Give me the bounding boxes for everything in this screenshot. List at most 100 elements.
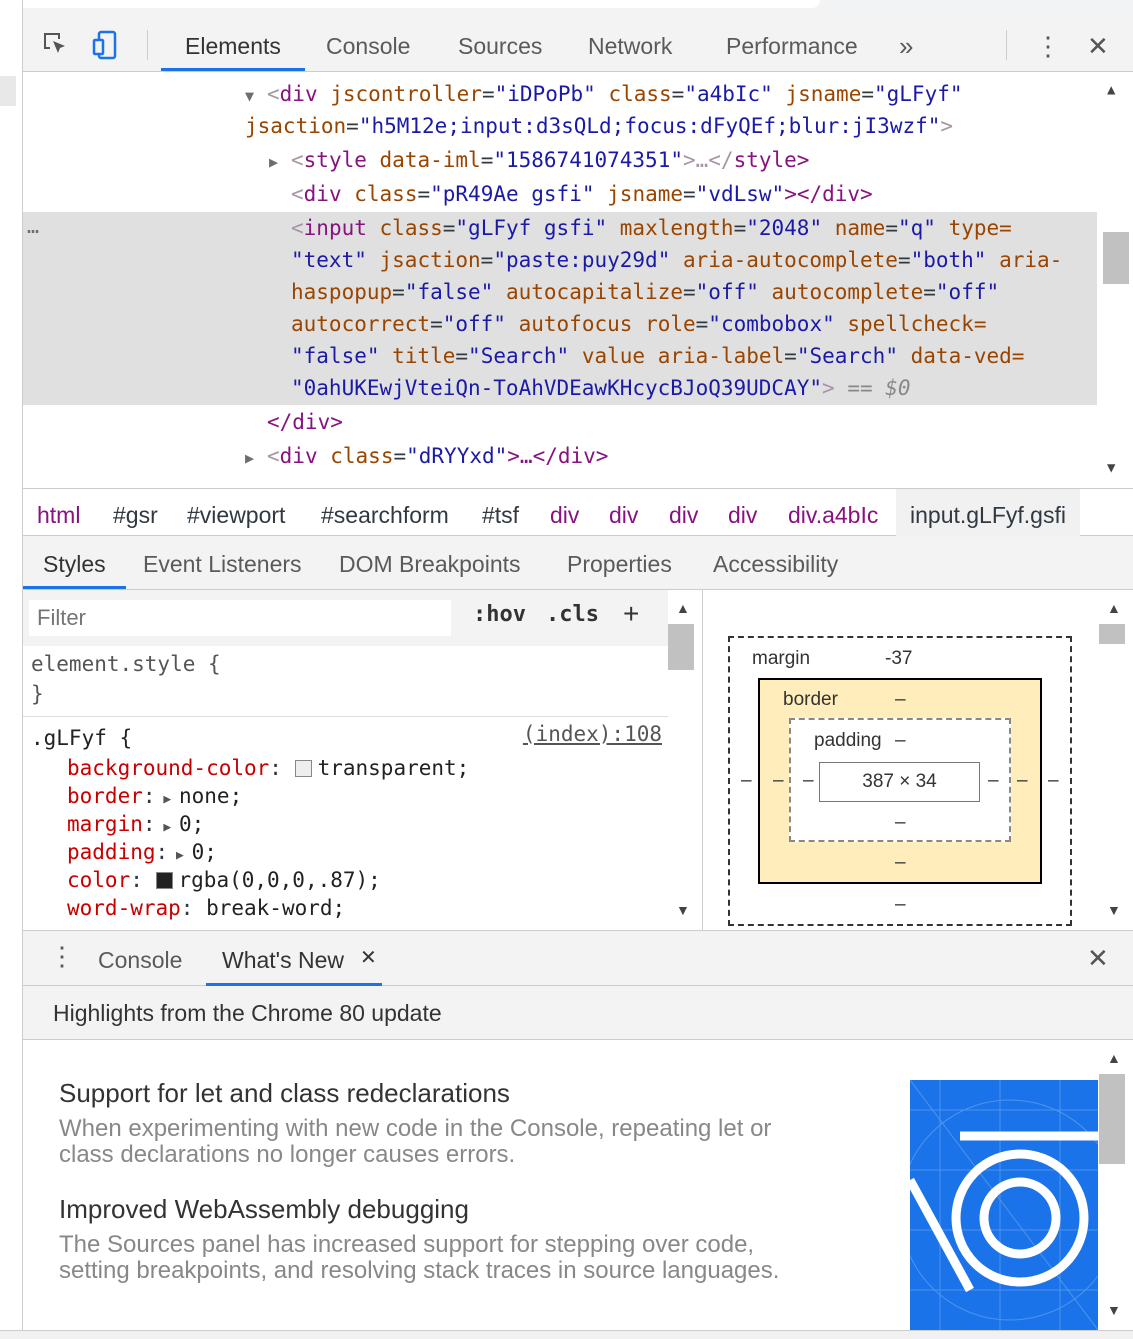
breadcrumb-div[interactable]: div — [609, 489, 638, 537]
breadcrumb-viewport[interactable]: #viewport — [187, 489, 285, 537]
breadcrumb-input-selected[interactable]: input.gLFyf.gsfi — [896, 489, 1080, 537]
menu-icon[interactable]: ⋮ — [1035, 8, 1061, 71]
scroll-thumb[interactable] — [1099, 624, 1125, 644]
scroll-up-icon[interactable]: ▲ — [1107, 82, 1115, 98]
tab-properties[interactable]: Properties — [567, 536, 672, 589]
margin-top-value[interactable]: -37 — [885, 648, 912, 670]
filter-input[interactable] — [29, 600, 451, 636]
drawer-tab-console[interactable]: Console — [98, 931, 182, 986]
css-property[interactable]: background-color: transparent; — [67, 754, 469, 782]
tab-dom-breakpoints[interactable]: DOM Breakpoints — [339, 536, 521, 589]
color-swatch-icon[interactable] — [294, 760, 312, 777]
whats-new-header: Highlights from the Chrome 80 update — [23, 986, 1133, 1040]
breadcrumb-div[interactable]: div — [550, 489, 579, 537]
feature-description: When experimenting with new code in the … — [59, 1115, 772, 1168]
margin-right-value[interactable]: – — [1048, 770, 1059, 792]
address-bar-edge — [0, 0, 820, 8]
breadcrumb-html[interactable]: html — [37, 489, 80, 537]
tree-line-selected[interactable]: "false" title="Search" value aria-label=… — [291, 340, 1024, 372]
css-property[interactable]: word-wrap: break-word; — [67, 894, 345, 922]
collapse-arrow-icon[interactable]: ▶ — [269, 146, 291, 178]
box-model-content[interactable]: 387 × 34 — [819, 762, 980, 802]
drawer-menu-icon[interactable]: ⋮ — [49, 941, 75, 972]
rule-selector[interactable]: .gLFyf { — [31, 724, 132, 752]
padding-left-value[interactable]: – — [803, 770, 814, 792]
scroll-down-icon[interactable]: ▼ — [1107, 902, 1121, 918]
drawer-tab-whats-new[interactable]: What's New — [206, 931, 382, 986]
element-style-selector[interactable]: element.style { — [31, 650, 221, 678]
breadcrumb-div-a4bic[interactable]: div.a4bIc — [788, 489, 878, 537]
breadcrumb-searchform[interactable]: #searchform — [321, 489, 449, 537]
expand-arrow-icon[interactable]: ▶ — [156, 820, 179, 835]
tree-line-selected[interactable]: autocorrect="off" autofocus role="combob… — [291, 308, 986, 340]
tree-line[interactable]: ▶ <div class="dRYYxd">…</div> — [245, 440, 608, 472]
tab-styles[interactable]: Styles — [23, 536, 126, 589]
cls-button[interactable]: .cls — [546, 602, 599, 627]
breadcrumb-tsf[interactable]: #tsf — [482, 489, 519, 537]
scroll-thumb[interactable] — [1103, 232, 1129, 284]
scroll-down-icon[interactable]: ▼ — [1107, 460, 1115, 476]
tree-line[interactable]: </div> — [267, 406, 343, 438]
border-bottom-value[interactable]: – — [895, 852, 906, 874]
tab-performance[interactable]: Performance — [726, 8, 858, 71]
more-tabs-icon[interactable]: » — [899, 8, 913, 71]
chrome-80-logo-image[interactable] — [910, 1080, 1098, 1330]
tree-scrollbar[interactable]: ▲ ▼ — [1097, 72, 1133, 488]
tab-console[interactable]: Console — [326, 8, 410, 71]
inspect-element-icon[interactable] — [41, 30, 71, 60]
scroll-up-icon[interactable]: ▲ — [676, 600, 690, 616]
close-tab-icon[interactable]: ✕ — [360, 945, 377, 970]
scroll-thumb[interactable] — [668, 624, 694, 670]
toolbar-separator — [147, 30, 148, 60]
tab-accessibility[interactable]: Accessibility — [713, 536, 838, 589]
tab-elements[interactable]: Elements — [161, 8, 305, 71]
tree-line[interactable]: ▶ <style data-iml="1586741074351">…</styl… — [269, 144, 809, 176]
scroll-up-icon[interactable]: ▲ — [1107, 1050, 1121, 1066]
hov-button[interactable]: :hov — [473, 602, 526, 627]
tree-line-selected[interactable]: "0ahUKEwjVteiQn-ToAhVDEawKHcycBJoQ39UDCA… — [291, 372, 911, 404]
new-rule-button[interactable]: + — [623, 598, 639, 630]
node-actions-icon[interactable]: … — [27, 214, 39, 238]
tree-line-selected[interactable]: "text" jsaction="paste:puy29d" aria-auto… — [291, 244, 1062, 276]
margin-bottom-value[interactable]: – — [895, 894, 906, 916]
tab-event-listeners[interactable]: Event Listeners — [143, 536, 302, 589]
border-right-value[interactable]: – — [1017, 770, 1028, 792]
rule-source-link[interactable]: (index):108 — [523, 722, 662, 746]
padding-bottom-value[interactable]: – — [895, 812, 906, 834]
margin-left-value[interactable]: – — [741, 770, 752, 792]
scroll-thumb[interactable] — [1099, 1074, 1125, 1164]
feature-title[interactable]: Support for let and class redeclarations — [59, 1078, 510, 1109]
tree-line-selected[interactable]: <input class="gLFyf gsfi" maxlength="204… — [291, 212, 1012, 244]
tree-line-selected[interactable]: haspopup="false" autocapitalize="off" au… — [291, 276, 999, 308]
tree-line[interactable]: <div class="pR49Ae gsfi" jsname="vdLsw">… — [291, 178, 873, 210]
collapse-arrow-icon[interactable]: ▶ — [245, 442, 267, 474]
breadcrumb-div[interactable]: div — [669, 489, 698, 537]
close-drawer-icon[interactable]: ✕ — [1087, 943, 1109, 974]
border-top-value[interactable]: – — [895, 689, 906, 711]
scroll-up-icon[interactable]: ▲ — [1107, 600, 1121, 616]
tree-line[interactable]: jsaction="h5M12e;input:d3sQLd;focus:dFyQ… — [245, 110, 953, 142]
box-model-scrollbar[interactable]: ▲ ▼ — [1097, 590, 1133, 930]
device-toolbar-icon[interactable] — [91, 30, 121, 60]
breadcrumb-div[interactable]: div — [728, 489, 757, 537]
tab-network[interactable]: Network — [588, 8, 672, 71]
padding-right-value[interactable]: – — [988, 770, 999, 792]
breadcrumb-gsr[interactable]: #gsr — [113, 489, 158, 537]
close-devtools-icon[interactable]: ✕ — [1087, 8, 1109, 71]
expand-arrow-icon[interactable]: ▶ — [168, 848, 191, 863]
expand-arrow-icon[interactable]: ▼ — [245, 80, 267, 112]
expand-arrow-icon[interactable]: ▶ — [156, 792, 179, 807]
styles-scrollbar[interactable]: ▲ ▼ — [666, 590, 702, 930]
color-swatch-icon[interactable] — [155, 872, 173, 889]
tree-line[interactable]: ▼ <div jscontroller="iDPoPb" class="a4bIc… — [245, 78, 963, 110]
scroll-down-icon[interactable]: ▼ — [1107, 1302, 1121, 1318]
feature-title[interactable]: Improved WebAssembly debugging — [59, 1194, 469, 1225]
border-left-value[interactable]: – — [773, 770, 784, 792]
tab-sources[interactable]: Sources — [458, 8, 542, 71]
whats-new-subheader: Highlights from the Chrome 80 update — [53, 1000, 442, 1026]
padding-top-value[interactable]: – — [895, 730, 906, 752]
css-property[interactable]: color: rgba(0,0,0,.87); — [67, 866, 381, 894]
whats-new-scrollbar[interactable]: ▲ ▼ — [1097, 1040, 1133, 1330]
scroll-down-icon[interactable]: ▼ — [676, 902, 690, 918]
elements-tree: … ▼ <div jscontroller="iDPoPb" class="a4b… — [23, 72, 1133, 488]
